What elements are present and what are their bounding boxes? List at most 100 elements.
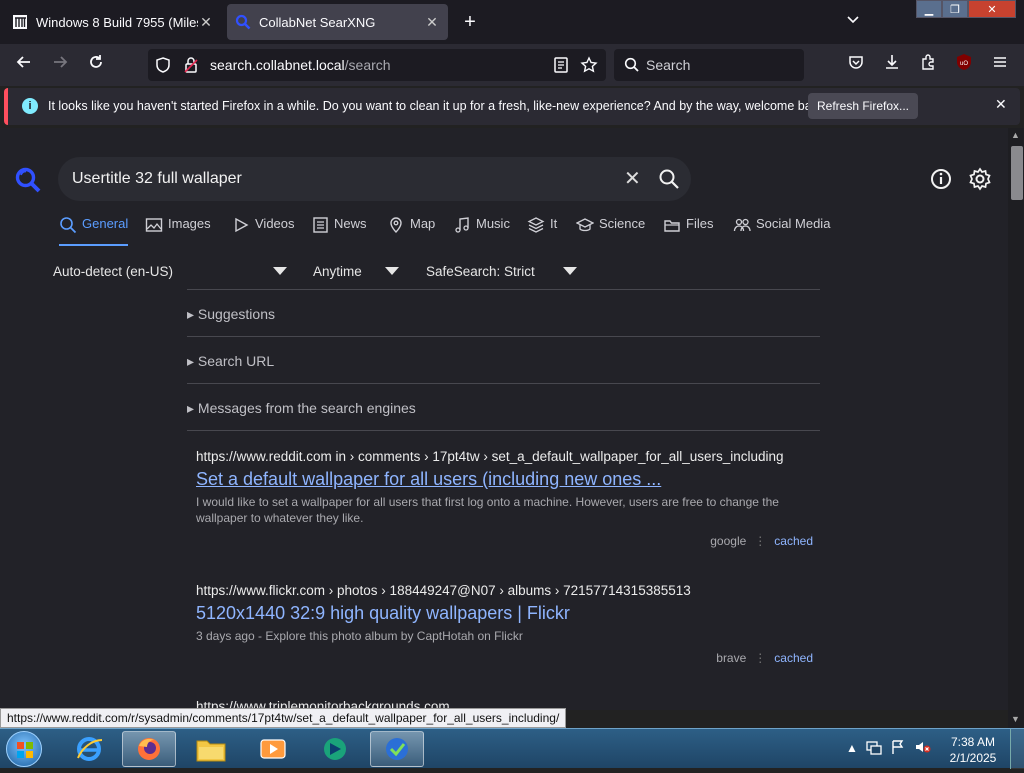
- newspaper-icon: [313, 217, 328, 233]
- tab-label: Social Media: [756, 216, 831, 231]
- lock-warning-icon[interactable]: [182, 56, 200, 74]
- forward-arrow-icon[interactable]: [48, 53, 72, 77]
- suggestions-toggle[interactable]: ▸ Suggestions: [187, 289, 820, 336]
- show-hidden-icons-icon[interactable]: ▲: [846, 741, 858, 755]
- tab-files[interactable]: Files: [663, 216, 713, 246]
- reader-view-icon[interactable]: [552, 56, 570, 74]
- volume-muted-icon[interactable]: [914, 739, 932, 758]
- engine-messages-toggle[interactable]: ▸ Messages from the search engines: [187, 383, 820, 430]
- tab-music[interactable]: Music: [453, 216, 510, 246]
- search-query-field[interactable]: Usertitle 32 full wallaper ✕: [58, 157, 691, 201]
- chevron-down-icon[interactable]: [563, 267, 577, 275]
- tab-title: CollabNet SearXNG: [259, 14, 376, 30]
- result-title[interactable]: Set a default wallpaper for all users (i…: [196, 469, 820, 490]
- info-icon[interactable]: [928, 166, 954, 192]
- category-tabs: General Images Videos News Map Music It: [0, 216, 1008, 246]
- searxng-page: Usertitle 32 full wallaper ✕ General Ima…: [0, 128, 1008, 710]
- tab-science[interactable]: Science: [576, 216, 645, 246]
- tab-label: News: [334, 216, 367, 231]
- pocket-icon[interactable]: [844, 53, 868, 77]
- app-icon[interactable]: [308, 731, 362, 767]
- browser-search-box[interactable]: Search: [614, 49, 804, 81]
- url-path: /search: [344, 57, 391, 73]
- tab-label: It: [550, 216, 558, 231]
- clear-search-icon[interactable]: ✕: [624, 166, 641, 191]
- search-submit-icon[interactable]: [658, 168, 680, 190]
- extensions-icon[interactable]: [916, 53, 940, 77]
- search-icon: [624, 57, 640, 78]
- reload-icon[interactable]: [84, 53, 108, 77]
- scroll-down-icon[interactable]: ▼: [1011, 714, 1020, 724]
- wikipedia-icon: [12, 14, 28, 30]
- tab-windows-8[interactable]: Windows 8 Build 7955 (Milestone ✕: [4, 4, 222, 40]
- cached-link[interactable]: cached: [774, 534, 813, 548]
- result-title[interactable]: 5120x1440 32:9 high quality wallpapers |…: [196, 603, 820, 624]
- tab-images[interactable]: Images: [145, 216, 211, 246]
- refresh-notification-bar: i It looks like you haven't started Fire…: [4, 88, 1020, 125]
- link-status-bar: https://www.reddit.com/r/sysadmin/commen…: [0, 708, 567, 728]
- gear-icon[interactable]: [967, 166, 993, 192]
- tab-title: Windows 8 Build 7955 (Milestone: [36, 14, 198, 30]
- tab-map[interactable]: Map: [387, 216, 435, 246]
- scroll-up-icon[interactable]: ▲: [1011, 130, 1020, 140]
- page-scrollbar[interactable]: ▲ ▼: [1008, 128, 1024, 728]
- new-tab-icon[interactable]: +: [458, 10, 482, 34]
- result-url[interactable]: https://www.flickr.com › photos › 188449…: [196, 583, 820, 598]
- language-select[interactable]: Auto-detect (en-US): [53, 264, 173, 279]
- details-label: ▸ Suggestions: [187, 306, 275, 322]
- refresh-firefox-button[interactable]: Refresh Firefox...: [808, 93, 918, 119]
- start-button[interactable]: [6, 731, 42, 767]
- engine-name: brave: [716, 651, 747, 665]
- result-engines: brave ⋮ cached: [196, 651, 813, 665]
- details-text: Search URL: [197, 353, 275, 369]
- search-url-toggle[interactable]: ▸ Search URL: [187, 336, 820, 383]
- windows-taskbar: ▲ 7:38 AM 2/1/2025: [0, 728, 1024, 769]
- chevron-down-icon[interactable]: [273, 267, 287, 275]
- close-icon[interactable]: ✕: [995, 96, 1007, 113]
- back-arrow-icon[interactable]: [12, 53, 36, 77]
- svg-text:uO: uO: [960, 61, 968, 67]
- action-center-flag-icon[interactable]: [890, 739, 906, 758]
- searxng-logo-icon[interactable]: [14, 166, 42, 194]
- bookmark-star-icon[interactable]: [580, 56, 598, 74]
- url-text: search.collabnet.local/search: [210, 57, 391, 73]
- shield-icon[interactable]: [154, 56, 172, 74]
- download-icon[interactable]: [880, 53, 904, 77]
- network-icon[interactable]: [866, 739, 882, 758]
- tab-it[interactable]: It: [527, 216, 557, 246]
- url-bar[interactable]: search.collabnet.local/search: [148, 49, 606, 81]
- menu-icon[interactable]: [988, 53, 1012, 77]
- tab-bar: Windows 8 Build 7955 (Milestone ✕ Collab…: [0, 0, 1024, 44]
- tab-general[interactable]: General: [59, 216, 129, 246]
- close-tab-icon[interactable]: ✕: [424, 14, 440, 31]
- map-pin-icon: [390, 217, 402, 233]
- details-label: ▸ Messages from the search engines: [187, 400, 416, 416]
- details-text: Suggestions: [197, 306, 275, 322]
- tab-news[interactable]: News: [311, 216, 367, 246]
- restore-icon[interactable]: ❐: [942, 0, 968, 18]
- time-range-select[interactable]: Anytime: [313, 264, 362, 279]
- close-tab-icon[interactable]: ✕: [198, 14, 214, 31]
- clock-date: 2/1/2025: [949, 751, 997, 765]
- url-host: search.collabnet.local: [210, 57, 345, 73]
- media-player-icon[interactable]: [246, 731, 300, 767]
- ublock-icon[interactable]: uO: [952, 53, 976, 77]
- internet-explorer-icon[interactable]: [62, 731, 116, 767]
- close-window-icon[interactable]: ✕: [968, 0, 1016, 18]
- safesearch-select[interactable]: SafeSearch: Strict: [426, 264, 535, 279]
- result-url[interactable]: https://www.reddit.com in › comments › 1…: [196, 449, 820, 464]
- chevron-down-icon[interactable]: [846, 12, 860, 28]
- system-clock[interactable]: 7:38 AM 2/1/2025: [944, 734, 1002, 766]
- scrollbar-thumb[interactable]: [1011, 146, 1023, 200]
- firefox-icon[interactable]: [122, 731, 176, 767]
- search-result: https://www.reddit.com in › comments › 1…: [196, 449, 820, 526]
- installer-icon[interactable]: [370, 731, 424, 767]
- tab-videos[interactable]: Videos: [232, 216, 295, 246]
- tab-social-media[interactable]: Social Media: [733, 216, 830, 246]
- cached-link[interactable]: cached: [774, 651, 813, 665]
- show-desktop-button[interactable]: [1010, 729, 1024, 769]
- file-explorer-icon[interactable]: [184, 731, 238, 767]
- tab-searxng[interactable]: CollabNet SearXNG ✕: [227, 4, 448, 40]
- minimize-icon[interactable]: ▁: [916, 0, 942, 18]
- chevron-down-icon[interactable]: [385, 267, 399, 275]
